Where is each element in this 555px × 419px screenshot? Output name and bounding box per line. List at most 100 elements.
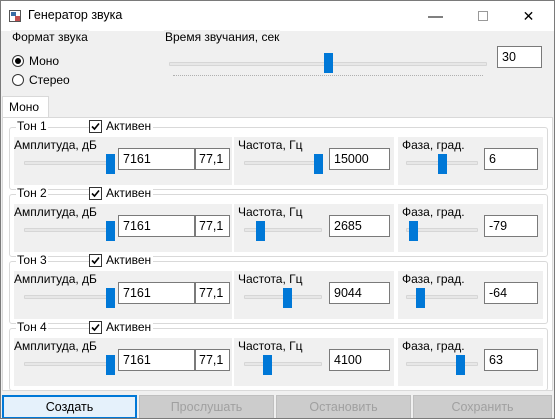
check-icon	[91, 122, 100, 130]
radio-mono-label: Моно	[29, 54, 60, 68]
phase-slider-thumb[interactable]	[438, 154, 447, 174]
active-checkbox-box[interactable]	[89, 320, 102, 334]
active-checkbox[interactable]: Активен	[89, 119, 154, 133]
save-button[interactable]: Сохранить	[413, 395, 552, 418]
minimize-button[interactable]: —	[413, 1, 458, 31]
duration-slider[interactable]	[169, 53, 487, 85]
amplitude-slider[interactable]	[24, 147, 115, 179]
duration-slider-thumb[interactable]	[324, 53, 333, 73]
phase-panel: Фаза, град. 6	[398, 137, 543, 185]
active-checkbox[interactable]: Активен	[89, 186, 154, 200]
frequency-panel: Частота, Гц 15000	[234, 137, 394, 185]
frequency-slider-thumb[interactable]	[314, 154, 324, 174]
radio-stereo-indicator[interactable]	[12, 74, 24, 86]
duration-input[interactable]: 30	[497, 46, 542, 68]
amplitude-slider-thumb[interactable]	[105, 154, 115, 174]
amplitude-panel: Амплитуда, дБ 7161 77,1	[14, 271, 232, 319]
amplitude-slider[interactable]	[24, 348, 115, 380]
frequency-panel: Частота, Гц 4100	[234, 338, 394, 386]
frequency-panel: Частота, Гц 2685	[234, 204, 394, 252]
amplitude-slider[interactable]	[24, 281, 115, 313]
active-checkbox[interactable]: Активен	[89, 253, 154, 267]
frequency-slider[interactable]	[244, 281, 322, 313]
frequency-input[interactable]: 4100	[329, 349, 390, 371]
frequency-slider[interactable]	[244, 147, 324, 179]
phase-slider-thumb[interactable]	[409, 221, 419, 241]
active-checkbox-box[interactable]	[89, 186, 102, 200]
active-label: Активен	[106, 320, 152, 334]
amplitude-input[interactable]: 7161	[118, 215, 195, 237]
bottom-bar: Создать Прослушать Остановить Сохранить	[1, 395, 554, 418]
active-checkbox[interactable]: Активен	[89, 320, 154, 334]
frequency-slider[interactable]	[244, 214, 322, 246]
tone-group-2: Тон 2 Активен Амплитуда, дБ 7161 77,1 Ча…	[9, 186, 548, 257]
phase-slider[interactable]	[406, 348, 478, 380]
amplitude-db-input[interactable]: 77,1	[195, 349, 230, 371]
maximize-icon	[477, 11, 488, 21]
listen-button[interactable]: Прослушать	[139, 395, 274, 418]
amplitude-input[interactable]: 7161	[118, 148, 195, 170]
phase-input[interactable]: 6	[484, 148, 538, 170]
active-label: Активен	[106, 186, 152, 200]
tone-group-3: Тон 3 Активен Амплитуда, дБ 7161 77,1 Ча…	[9, 253, 548, 324]
check-icon	[91, 323, 100, 331]
amplitude-panel: Амплитуда, дБ 7161 77,1	[14, 204, 232, 252]
amplitude-db-input[interactable]: 77,1	[195, 282, 230, 304]
format-group-label: Формат звука	[11, 30, 89, 44]
tab-mono[interactable]: Моно	[2, 96, 49, 118]
frequency-slider-thumb[interactable]	[255, 221, 265, 241]
amplitude-slider-thumb[interactable]	[105, 355, 115, 375]
phase-slider-thumb[interactable]	[456, 355, 465, 375]
phase-slider-thumb[interactable]	[416, 288, 426, 308]
frequency-slider-track	[244, 362, 322, 366]
phase-input[interactable]: 63	[484, 349, 538, 371]
radio-mono[interactable]: Моно	[12, 54, 59, 68]
amplitude-input[interactable]: 7161	[118, 282, 195, 304]
amplitude-slider-thumb[interactable]	[105, 221, 115, 241]
radio-stereo-label: Стерео	[29, 73, 70, 87]
amplitude-db-input[interactable]: 77,1	[195, 215, 230, 237]
amplitude-db-input[interactable]: 77,1	[195, 148, 230, 170]
amplitude-slider-thumb[interactable]	[105, 288, 115, 308]
phase-panel: Фаза, град. 63	[398, 338, 543, 386]
radio-mono-indicator[interactable]	[12, 55, 24, 67]
stop-button[interactable]: Остановить	[276, 395, 411, 418]
tone-label: Тон 3	[16, 253, 48, 267]
phase-input[interactable]: -79	[484, 215, 538, 237]
active-checkbox-box[interactable]	[89, 253, 102, 267]
frequency-input[interactable]: 15000	[329, 148, 390, 170]
app-window: Генератор звука — ✕ Формат звука Моно Ст…	[0, 0, 555, 419]
tone-group-1: Тон 1 Активен Амплитуда, дБ 7161 77,1 Ча…	[9, 119, 548, 190]
frequency-slider-thumb[interactable]	[263, 355, 273, 375]
frequency-slider[interactable]	[244, 348, 322, 380]
active-label: Активен	[106, 253, 152, 267]
tone-group-4: Тон 4 Активен Амплитуда, дБ 7161 77,1 Ча…	[9, 320, 548, 391]
close-button[interactable]: ✕	[506, 1, 551, 31]
phase-slider-track	[406, 362, 478, 366]
amplitude-slider-track	[24, 228, 114, 232]
frequency-slider-thumb[interactable]	[282, 288, 292, 308]
amplitude-input[interactable]: 7161	[118, 349, 195, 371]
window-title: Генератор звука	[28, 8, 123, 22]
active-label: Активен	[106, 119, 152, 133]
phase-panel: Фаза, град. -64	[398, 271, 543, 319]
active-checkbox-box[interactable]	[89, 119, 102, 133]
tone-label: Тон 1	[16, 119, 48, 133]
amplitude-panel: Амплитуда, дБ 7161 77,1	[14, 137, 232, 185]
tab-page-mono: Тон 1 Активен Амплитуда, дБ 7161 77,1 Ча…	[2, 117, 553, 391]
phase-input[interactable]: -64	[484, 282, 538, 304]
check-icon	[91, 189, 100, 197]
frequency-slider-track	[244, 161, 322, 165]
frequency-panel: Частота, Гц 9044	[234, 271, 394, 319]
phase-slider[interactable]	[406, 281, 478, 313]
phase-slider[interactable]	[406, 214, 478, 246]
amplitude-slider[interactable]	[24, 214, 115, 246]
create-button[interactable]: Создать	[2, 395, 137, 418]
check-icon	[91, 256, 100, 264]
amplitude-slider-track	[24, 362, 114, 366]
phase-slider[interactable]	[406, 147, 478, 179]
frequency-input[interactable]: 9044	[329, 282, 390, 304]
radio-stereo[interactable]: Стерео	[12, 73, 70, 87]
frequency-input[interactable]: 2685	[329, 215, 390, 237]
tone-label: Тон 4	[16, 320, 48, 334]
